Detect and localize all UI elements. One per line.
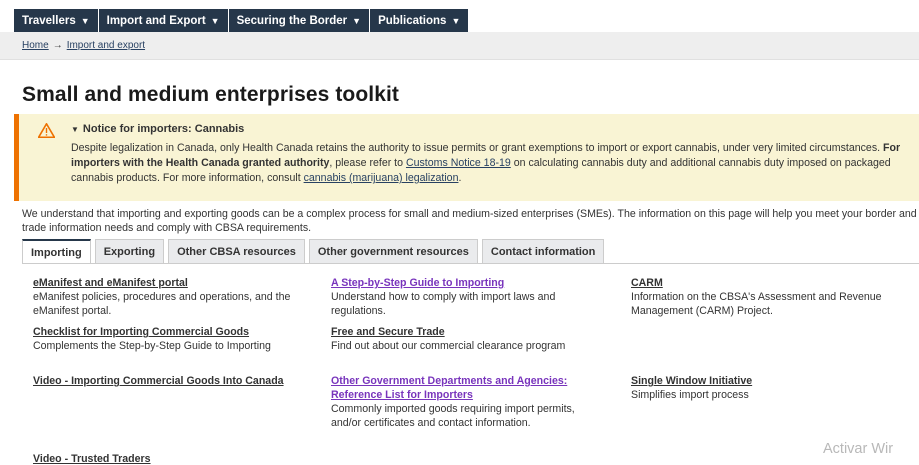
- intro-paragraph: We understand that importing and exporti…: [22, 208, 917, 234]
- arrow-right-icon: →: [52, 40, 63, 51]
- free-secure-trade-description: Find out about our commercial clearance …: [331, 340, 566, 352]
- chevron-down-icon: ▼: [210, 15, 220, 26]
- tab-exporting[interactable]: Exporting: [94, 239, 165, 264]
- checklist-link[interactable]: Checklist for Importing Commercial Goods: [33, 325, 293, 339]
- step-by-step-guide-description: Understand how to comply with import law…: [331, 291, 556, 317]
- menu-travellers-label: Travellers: [22, 14, 76, 27]
- step-by-step-guide-link[interactable]: A Step-by-Step Guide to Importing: [331, 276, 611, 290]
- carm-link[interactable]: CARM: [631, 276, 901, 290]
- page-title: Small and medium enterprises toolkit: [22, 83, 400, 106]
- single-window-description: Simplifies import process: [631, 389, 749, 401]
- notice-text-4: .: [458, 172, 462, 184]
- chevron-down-icon: ▼: [352, 15, 362, 26]
- notice-body: Despite legalization in Canada, only Hea…: [71, 141, 916, 186]
- menu-publications-label: Publications: [378, 14, 447, 27]
- top-navigation: Travellers ▼ Import and Export ▼ Securin…: [0, 0, 919, 32]
- chevron-down-icon: ▼: [80, 15, 90, 26]
- emanifest-description: eManifest policies, procedures and opera…: [33, 291, 291, 317]
- list-item: A Step-by-Step Guide to Importing Unders…: [331, 276, 611, 318]
- tab-divider: [22, 263, 919, 264]
- menu-import-export[interactable]: Import and Export ▼: [99, 9, 229, 32]
- notice-text-2: , please refer to: [329, 157, 406, 169]
- carm-description: Information on the CBSA's Assessment and…: [631, 291, 882, 317]
- list-item: Other Government Departments and Agencie…: [331, 374, 586, 430]
- tab-contact-information[interactable]: Contact information: [481, 239, 605, 264]
- main-menu-bar: Travellers ▼ Import and Export ▼ Securin…: [14, 9, 469, 32]
- single-window-link[interactable]: Single Window Initiative: [631, 374, 901, 388]
- ogd-reference-list-link[interactable]: Other Government Departments and Agencie…: [331, 374, 586, 402]
- customs-notice-link[interactable]: Customs Notice 18-19: [406, 157, 511, 169]
- breadcrumb-import-export-link[interactable]: Import and export: [67, 40, 145, 51]
- list-item: CARM Information on the CBSA's Assessmen…: [631, 276, 901, 318]
- notice-toggle[interactable]: ▼ Notice for importers: Cannabis: [71, 123, 244, 135]
- menu-travellers[interactable]: Travellers ▼: [14, 9, 99, 32]
- list-item: Single Window Initiative Simplifies impo…: [631, 374, 901, 402]
- free-secure-trade-link[interactable]: Free and Secure Trade: [331, 325, 581, 339]
- menu-publications[interactable]: Publications ▼: [370, 9, 468, 32]
- list-item: Checklist for Importing Commercial Goods…: [33, 325, 293, 353]
- tab-other-government-resources[interactable]: Other government resources: [308, 239, 478, 264]
- cannabis-notice: ▼ Notice for importers: Cannabis Despite …: [14, 114, 919, 201]
- activation-watermark: Activar Wir: [823, 441, 894, 457]
- video-importing-link[interactable]: Video - Importing Commercial Goods Into …: [33, 374, 293, 388]
- breadcrumb-bar: Home → Import and export: [0, 32, 919, 60]
- video-trusted-traders-link[interactable]: Video - Trusted Traders: [33, 452, 293, 465]
- caret-down-icon: ▼: [71, 125, 79, 134]
- list-item: Video - Importing Commercial Goods Into …: [33, 374, 293, 388]
- warning-icon: [38, 123, 55, 138]
- emanifest-link[interactable]: eManifest and eManifest portal: [33, 276, 303, 290]
- breadcrumb: Home → Import and export: [22, 40, 145, 51]
- chevron-down-icon: ▼: [451, 15, 461, 26]
- checklist-description: Complements the Step-by-Step Guide to Im…: [33, 340, 271, 352]
- notice-text-1: Despite legalization in Canada, only Hea…: [71, 142, 884, 154]
- tab-other-cbsa-resources[interactable]: Other CBSA resources: [168, 239, 305, 264]
- notice-title-text: Notice for importers: Cannabis: [82, 123, 245, 135]
- menu-securing-border[interactable]: Securing the Border ▼: [229, 9, 371, 32]
- list-item: eManifest and eManifest portal eManifest…: [33, 276, 303, 318]
- tab-list: Importing Exporting Other CBSA resources…: [22, 239, 608, 264]
- ogd-reference-list-description: Commonly imported goods requiring import…: [331, 403, 575, 429]
- menu-securing-border-label: Securing the Border: [236, 14, 348, 27]
- breadcrumb-home-link[interactable]: Home: [22, 40, 49, 51]
- menu-import-export-label: Import and Export: [106, 14, 206, 27]
- tab-importing[interactable]: Importing: [22, 239, 91, 264]
- list-item: Video - Trusted Traders: [33, 452, 293, 465]
- list-item: Free and Secure Trade Find out about our…: [331, 325, 581, 353]
- cannabis-legalization-link[interactable]: cannabis (marijuana) legalization: [304, 172, 459, 184]
